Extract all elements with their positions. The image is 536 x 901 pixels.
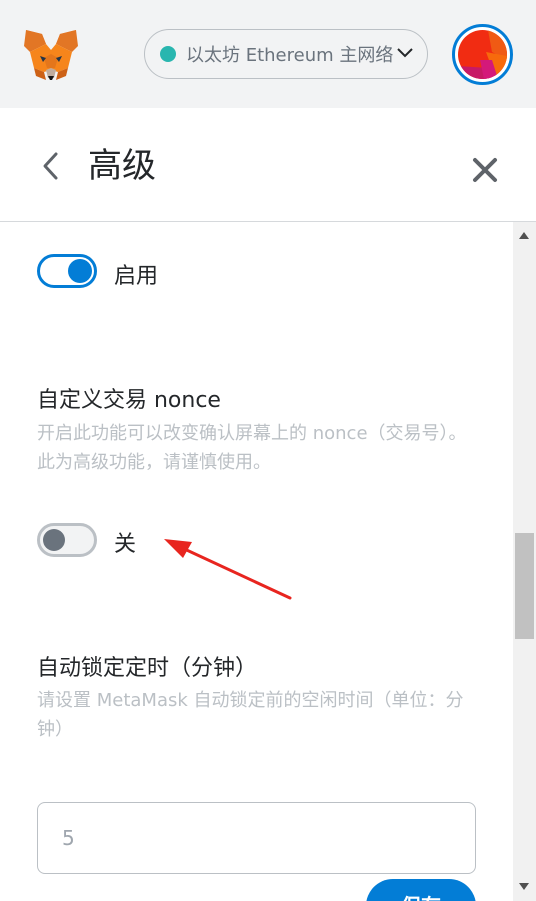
enable-toggle[interactable] (37, 254, 97, 288)
enable-toggle-label: 启用 (114, 264, 159, 289)
scrollbar-thumb[interactable] (515, 533, 534, 639)
toggle-knob (68, 259, 92, 283)
autolock-section-title: 自动锁定定时（分钟） (37, 656, 258, 681)
network-label: 以太坊 Ethereum 主网络 (186, 45, 394, 66)
page-title: 高级 (88, 146, 156, 186)
annotation-arrow-icon (164, 539, 292, 600)
network-status-dot (160, 46, 176, 62)
nonce-section-title: 自定义交易 nonce (37, 388, 221, 413)
network-selector[interactable]: 以太坊 Ethereum 主网络 (144, 29, 428, 79)
page-header (0, 108, 536, 222)
scroll-up-arrow-icon[interactable] (519, 232, 529, 239)
account-avatar-icon[interactable] (452, 24, 513, 85)
save-button[interactable]: 保存 (366, 879, 476, 901)
close-icon[interactable] (472, 157, 498, 183)
nonce-toggle-label: 关 (114, 532, 137, 557)
nonce-section-description: 开启此功能可以改变确认屏幕上的 nonce（交易号）。此为高级功能，请谨慎使用。 (37, 423, 467, 473)
metamask-fox-icon[interactable] (22, 28, 80, 82)
autolock-input-value: 5 (62, 826, 75, 850)
autolock-section-description: 请设置 MetaMask 自动锁定前的空闲时间（单位：分钟） (37, 690, 464, 740)
app-header: 以太坊 Ethereum 主网络 (0, 0, 536, 108)
chevron-down-icon (397, 48, 413, 58)
nonce-toggle[interactable] (37, 523, 97, 557)
toggle-knob (43, 529, 65, 551)
back-chevron-icon[interactable] (40, 151, 62, 181)
autolock-minutes-input[interactable]: 5 (37, 802, 476, 874)
vertical-scrollbar[interactable] (513, 222, 536, 901)
scroll-down-arrow-icon[interactable] (519, 883, 529, 890)
